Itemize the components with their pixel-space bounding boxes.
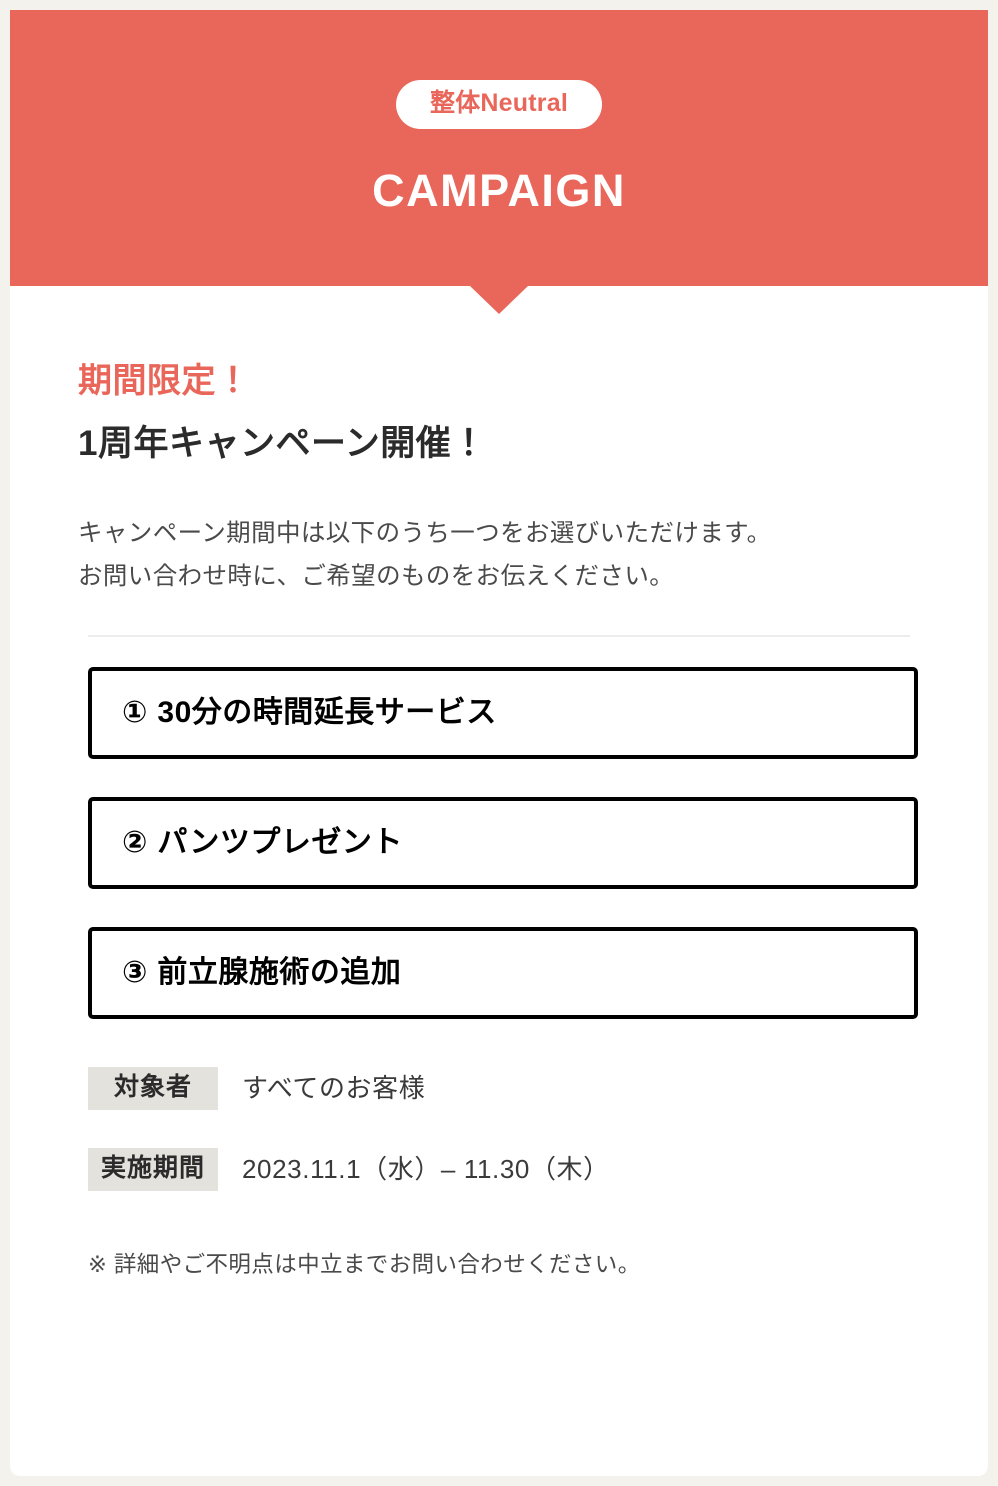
meta-value-target: すべてのお客様 bbox=[242, 1073, 426, 1104]
eyebrow-text: 期間限定！ bbox=[78, 362, 251, 400]
option-number-1: ① bbox=[122, 695, 148, 729]
campaign-header: 整体Neutral CAMPAIGN bbox=[10, 10, 988, 286]
footnote-text: ※ 詳細やご不明点は中立までお問い合わせください。 bbox=[88, 1251, 641, 1277]
option-number-2: ② bbox=[122, 825, 148, 859]
section-divider bbox=[88, 634, 910, 637]
meta-table: 対象者 すべてのお客様 実施期間 2023.11.1（水）– 11.30（木） bbox=[88, 1066, 920, 1191]
page-title: CAMPAIGN bbox=[372, 165, 626, 216]
headline-text: 1周年キャンペーン開催！ bbox=[78, 424, 487, 464]
option-label-3: 前立腺施術の追加 bbox=[157, 955, 402, 989]
meta-label-target: 対象者 bbox=[88, 1066, 218, 1110]
lead-line-1: キャンペーン期間中は以下のうち一つをお選びいただけます。 bbox=[78, 520, 772, 548]
meta-row-target: 対象者 すべてのお客様 bbox=[88, 1066, 920, 1110]
lead-line-2: お問い合わせ時に、ご希望のものをお伝えください。 bbox=[78, 562, 675, 590]
meta-value-period: 2023.11.1（水）– 11.30（木） bbox=[242, 1154, 610, 1185]
triangle-down-icon bbox=[470, 286, 528, 314]
meta-label-period: 実施期間 bbox=[88, 1147, 218, 1191]
options-list: ① 30分の時間延長サービス ② パンツプレゼント ③ 前立腺施術の追加 bbox=[78, 666, 920, 1019]
campaign-body: 期間限定！ 1周年キャンペーン開催！ キャンペーン期間中は以下のうち一つをお選び… bbox=[10, 362, 988, 1283]
option-item-2[interactable]: ② パンツプレゼント bbox=[88, 796, 918, 889]
brand-badge: 整体Neutral bbox=[396, 80, 602, 129]
option-item-3[interactable]: ③ 前立腺施術の追加 bbox=[88, 926, 918, 1019]
option-number-3: ③ bbox=[122, 955, 148, 989]
option-label-2: パンツプレゼント bbox=[157, 825, 403, 859]
meta-row-period: 実施期間 2023.11.1（水）– 11.30（木） bbox=[88, 1147, 920, 1191]
campaign-card: 整体Neutral CAMPAIGN 期間限定！ 1周年キャンペーン開催！ キャ… bbox=[10, 10, 988, 1476]
lead-paragraph: キャンペーン期間中は以下のうち一つをお選びいただけます。 お問い合わせ時に、ご希… bbox=[78, 513, 920, 599]
option-item-1[interactable]: ① 30分の時間延長サービス bbox=[88, 666, 918, 759]
option-label-1: 30分の時間延長サービス bbox=[157, 695, 497, 729]
